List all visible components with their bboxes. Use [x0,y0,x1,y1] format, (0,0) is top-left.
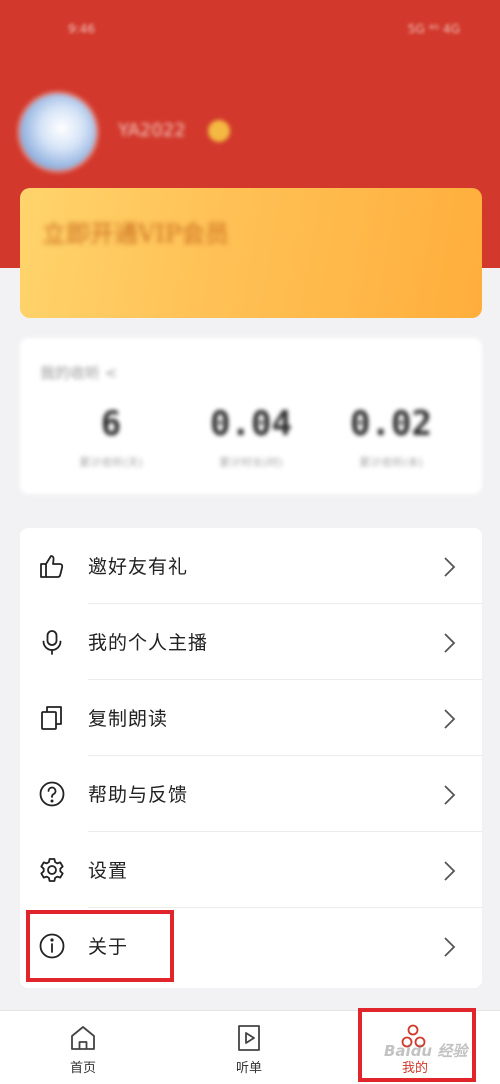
status-time: 9:46 [68,22,95,36]
stat-books: 0.02 累计收听(本) [314,404,468,470]
chevron-right-icon [444,709,456,729]
about-highlight-box [26,910,174,982]
crown-icon [208,120,230,142]
status-bar: 9:46 5G ⁴ᴳ 4G [0,0,500,60]
menu-item-personal-anchor[interactable]: 我的个人主播 [20,604,482,680]
home-icon [71,1026,95,1050]
nav-label: 首页 [69,1061,96,1076]
chevron-right-icon [444,633,456,653]
stat-label: 累计时长(时) [219,456,283,469]
menu-label: 帮助与反馈 [88,784,189,806]
watermark: Baidu 经验 [384,1042,468,1060]
menu-item-invite[interactable]: 邀好友有礼 [20,528,482,604]
avatar[interactable] [20,94,96,170]
chevron-right-icon [444,785,456,805]
vip-banner[interactable]: 立即开通VIP会员 [20,188,482,318]
status-indicators: 5G ⁴ᴳ 4G [407,22,460,36]
vip-label: 立即开通VIP会员 [42,220,229,248]
menu-label: 设置 [88,860,129,882]
stat-label: 累计收听(本) [359,456,423,469]
stat-hours: 0.04 累计时长(时) [174,404,328,470]
stat-value: 0.04 [210,404,292,444]
nav-item-playlist[interactable]: 听单 [166,1011,332,1084]
stat-days: 6 累计收听(天) [34,404,188,470]
microphone-icon [42,630,62,655]
listening-stats-card[interactable]: 我的收听 < 6 累计收听(天) 0.04 累计时长(时) 0.02 累计收听(… [20,338,482,494]
help-icon [39,781,65,807]
menu-label: 复制朗读 [88,708,169,730]
menu-item-copy-read[interactable]: 复制朗读 [20,680,482,756]
nav-item-home[interactable]: 首页 [0,1011,166,1084]
copy-icon [41,706,62,730]
gear-icon [40,858,64,882]
menu-item-settings[interactable]: 设置 [20,832,482,908]
username[interactable]: YA2022 [118,120,186,141]
menu-label: 邀好友有礼 [88,556,189,578]
stats-title[interactable]: 我的收听 < [40,362,117,383]
stat-value: 6 [100,404,122,444]
stat-value: 0.02 [350,404,432,444]
thumbs-up-icon [40,555,64,578]
nav-label: 听单 [235,1061,262,1076]
chevron-right-icon [444,861,456,881]
menu-item-help-feedback[interactable]: 帮助与反馈 [20,756,482,832]
menu-label: 我的个人主播 [88,632,209,654]
chevron-right-icon [444,557,456,577]
chevron-right-icon [444,937,456,957]
stat-label: 累计收听(天) [79,456,143,469]
playlist-icon [238,1025,260,1051]
